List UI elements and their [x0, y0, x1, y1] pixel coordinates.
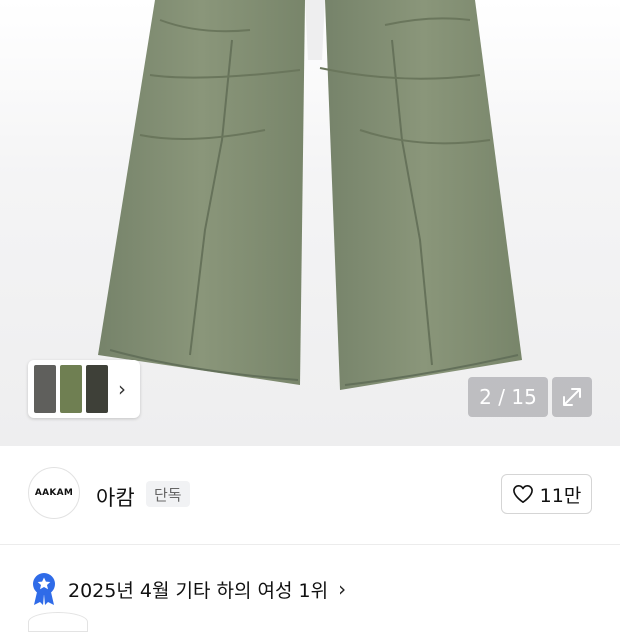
product-image-gallery[interactable]: › 2 / 15 [0, 0, 620, 446]
like-count: 11만 [539, 484, 582, 507]
chevron-right-icon[interactable]: › [118, 379, 126, 399]
expand-button[interactable] [552, 377, 592, 417]
exclusive-badge: 단독 [146, 481, 190, 507]
thumbnail-2[interactable] [60, 365, 82, 413]
shop-info-row: AAKAM 아캄 단독 11만 [0, 446, 620, 544]
heart-icon [512, 485, 533, 503]
shop-name[interactable]: 아캄 [96, 482, 135, 512]
shop-logo-text: AAKAM [34, 488, 74, 498]
thumbnail-strip[interactable]: › [28, 360, 140, 418]
ranking-medal-icon [33, 573, 55, 605]
shop-logo[interactable]: AAKAM [28, 467, 80, 519]
thumbnail-3[interactable] [86, 365, 108, 413]
thumbnail-1[interactable] [34, 365, 56, 413]
chevron-right-icon: › [338, 577, 347, 601]
ranking-text: 2025년 4월 기타 하의 여성 1위 [68, 579, 329, 602]
avatar [28, 612, 88, 632]
like-button[interactable]: 11만 [501, 474, 592, 514]
ranking-row[interactable]: 2025년 4월 기타 하의 여성 1위 › [30, 572, 346, 606]
image-counter: 2 / 15 [468, 377, 548, 417]
divider [0, 544, 620, 545]
expand-icon [563, 388, 581, 406]
